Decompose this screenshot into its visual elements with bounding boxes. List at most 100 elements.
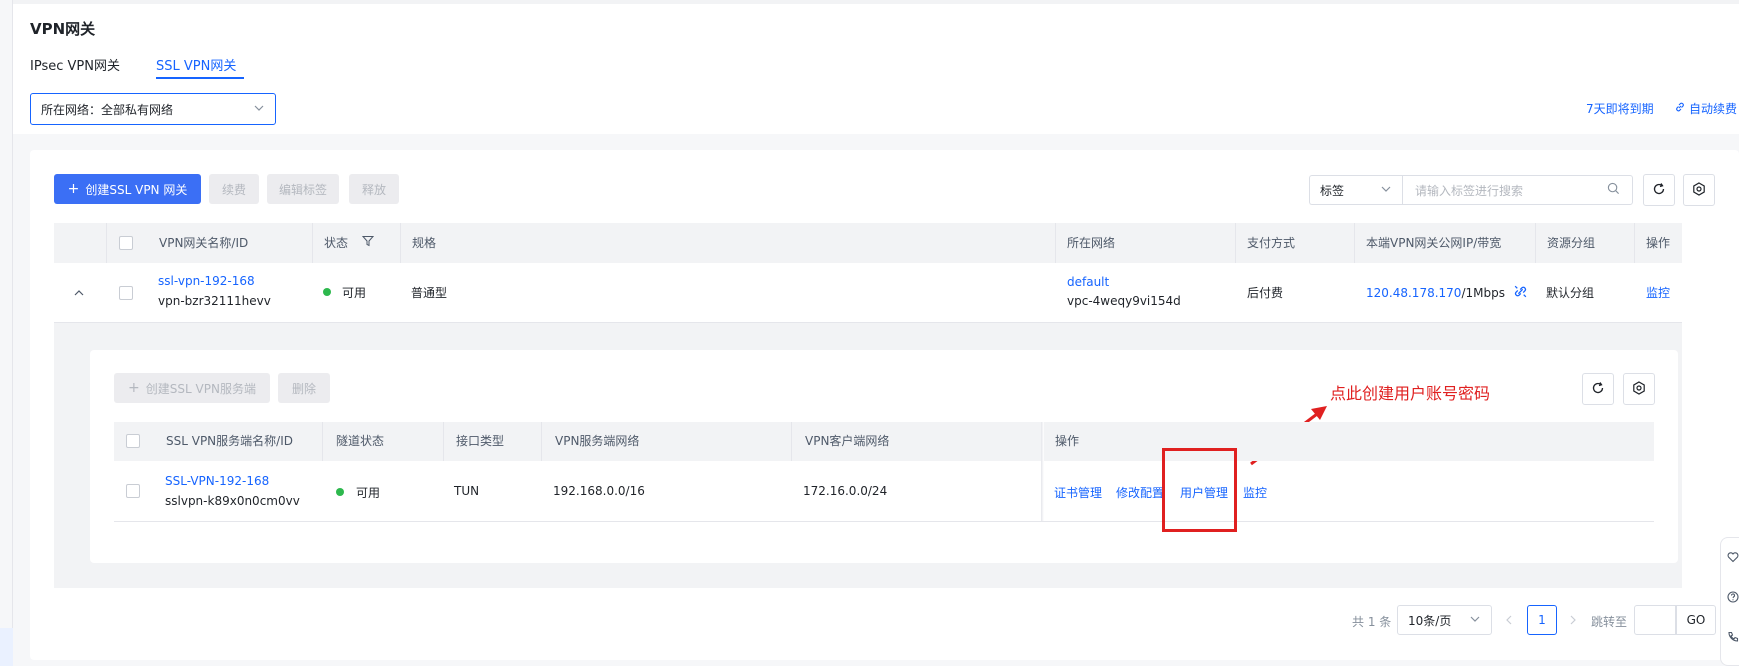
expire-soon-link[interactable]: 7天即将到期 [1586, 100, 1654, 117]
create-ssl-vpn-server-button[interactable]: + 创建SSL VPN服务端 [114, 373, 270, 403]
tab-ssl-vpn[interactable]: SSL VPN网关 [156, 55, 236, 74]
column-header-server-actions: 操作 [1055, 434, 1080, 448]
page-title: VPN网关 [30, 20, 96, 38]
auto-renew-label: 自动续费 [1689, 102, 1738, 116]
gateway-id: vpn-bzr32111hevv [158, 294, 271, 308]
bandwidth-value: /1Mbps [1461, 286, 1505, 300]
column-header-server-name: SSL VPN服务端名称/ID [166, 434, 293, 448]
network-select-value: 所在网络：全部私有网络 [41, 102, 174, 117]
chevron-down-icon [1469, 613, 1481, 628]
column-divider [322, 422, 323, 461]
row-divider [114, 521, 1654, 522]
interface-type: TUN [454, 484, 480, 498]
column-header-group: 资源分组 [1547, 236, 1596, 250]
go-button[interactable]: GO [1676, 605, 1716, 635]
column-header-client-network: VPN客户端网络 [805, 434, 890, 448]
column-divider [106, 223, 107, 263]
refresh-icon [1591, 381, 1605, 398]
sidebar-active-marker [0, 628, 13, 666]
delete-button[interactable]: 删除 [278, 373, 330, 403]
column-header-server-network: VPN服务端网络 [555, 434, 640, 448]
column-divider [1235, 223, 1236, 263]
resource-group: 默认分组 [1546, 286, 1595, 300]
column-divider [791, 422, 792, 461]
edit-tag-button[interactable]: 编辑标签 [267, 174, 339, 204]
total-count: 共 1 条 [1352, 615, 1392, 629]
certificate-management-link[interactable]: 证书管理 [1054, 484, 1102, 501]
column-header-name: VPN网关名称/ID [159, 236, 249, 250]
refresh-icon [1652, 182, 1666, 199]
search-icon[interactable] [1607, 182, 1620, 198]
public-ip-link[interactable]: 120.48.178.170 [1366, 286, 1461, 300]
settings-icon [1632, 380, 1646, 398]
monitor-link[interactable]: 监控 [1646, 284, 1670, 301]
jump-page-input[interactable] [1634, 605, 1676, 635]
release-button[interactable]: 释放 [349, 174, 399, 204]
column-header-actions: 操作 [1646, 236, 1671, 250]
settings-button[interactable] [1683, 174, 1715, 206]
column-divider [1055, 223, 1056, 263]
tag-search-placeholder: 请输入标签进行搜索 [1415, 183, 1524, 198]
select-all-servers-checkbox[interactable] [126, 434, 140, 448]
column-divider [541, 422, 542, 461]
server-monitor-link[interactable]: 监控 [1243, 484, 1267, 501]
column-header-network: 所在网络 [1067, 236, 1116, 250]
refresh-button[interactable] [1643, 174, 1675, 206]
client-network: 172.16.0.0/24 [803, 484, 888, 498]
column-header-status-label: 状态 [324, 236, 349, 250]
auto-renew-link[interactable]: 自动续费 [1674, 100, 1737, 117]
tab-ipsec-vpn[interactable]: IPsec VPN网关 [30, 55, 120, 74]
next-page-icon[interactable] [1567, 614, 1579, 629]
page-number[interactable]: 1 [1527, 605, 1557, 635]
prev-page-icon[interactable] [1503, 614, 1515, 629]
filter-icon[interactable] [361, 235, 375, 250]
server-name-link[interactable]: SSL-VPN-192-168 [165, 474, 269, 488]
server-row-checkbox[interactable] [126, 484, 140, 498]
renew-button[interactable]: 续费 [209, 174, 259, 204]
column-header-payment: 支付方式 [1247, 236, 1296, 250]
column-divider [1535, 223, 1536, 263]
column-divider [400, 223, 401, 263]
chevron-up-icon[interactable] [73, 287, 85, 302]
status-dot [336, 488, 344, 496]
gateway-status: 可用 [342, 286, 367, 300]
highlight-box [1162, 448, 1237, 532]
create-button-label: 创建SSL VPN 网关 [85, 182, 188, 197]
gateway-name-link[interactable]: ssl-vpn-192-168 [158, 274, 255, 288]
network-link[interactable]: default [1067, 275, 1109, 289]
annotation-text: 点此创建用户账号密码 [1330, 384, 1491, 403]
help-icon[interactable] [1727, 591, 1739, 606]
create-ssl-vpn-gateway-button[interactable]: + 创建SSL VPN 网关 [54, 174, 201, 204]
chevron-down-icon [253, 102, 265, 117]
page-size-select[interactable]: 10条/页 [1397, 605, 1492, 635]
left-sidebar-strip [0, 0, 13, 666]
link-icon [1674, 101, 1686, 116]
status-dot [323, 288, 331, 296]
unbind-link-icon[interactable] [1513, 284, 1528, 302]
network-select[interactable]: 所在网络：全部私有网络 [30, 93, 276, 125]
sub-settings-button[interactable] [1623, 373, 1655, 405]
server-id: sslvpn-k89x0n0cm0vv [165, 494, 300, 508]
column-divider [443, 422, 444, 461]
phone-icon[interactable] [1727, 631, 1739, 646]
tag-select[interactable]: 标签 [1309, 175, 1402, 205]
create-server-label: 创建SSL VPN服务端 [145, 381, 256, 396]
modify-config-link[interactable]: 修改配置 [1116, 484, 1164, 501]
tag-select-value: 标签 [1320, 183, 1345, 198]
column-header-interface-type: 接口类型 [456, 434, 505, 448]
tag-search-input[interactable]: 请输入标签进行搜索 [1402, 175, 1633, 205]
fixed-column-shadow [1041, 422, 1044, 522]
tunnel-status: 可用 [356, 486, 381, 500]
payment-method: 后付费 [1247, 286, 1284, 300]
tab-active-underline [156, 77, 244, 79]
settings-icon [1692, 181, 1706, 199]
chevron-down-icon [1380, 183, 1392, 198]
row-checkbox[interactable] [119, 286, 133, 300]
top-divider [13, 0, 1739, 4]
select-all-checkbox[interactable] [119, 236, 133, 250]
server-network: 192.168.0.0/16 [553, 484, 645, 498]
heart-icon[interactable] [1727, 551, 1739, 566]
page-size-value: 10条/页 [1408, 613, 1452, 628]
column-header-ip-bandwidth: 本端VPN网关公网IP/带宽 [1366, 236, 1502, 250]
sub-refresh-button[interactable] [1582, 373, 1614, 405]
